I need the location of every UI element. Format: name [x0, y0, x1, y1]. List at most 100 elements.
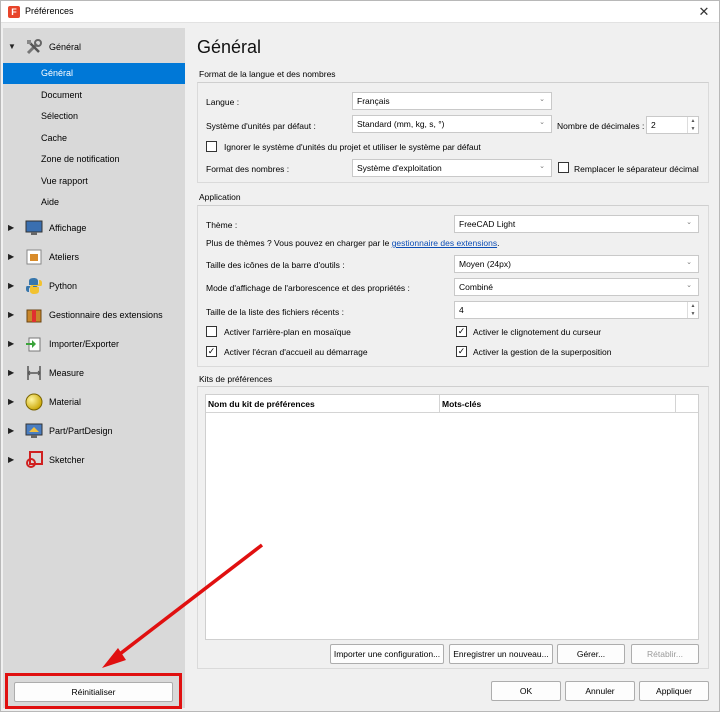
subitem-document[interactable]: Document	[3, 85, 185, 106]
sketcher-icon	[25, 451, 43, 469]
collapsed-arrow-icon[interactable]: ▶	[8, 426, 16, 436]
collapsed-arrow-icon[interactable]: ▶	[8, 397, 16, 407]
tree-item-sketcher[interactable]: ▶ Sketcher	[3, 446, 185, 475]
import-export-icon	[25, 335, 43, 353]
tree-item-label: Gestionnaire des extensions	[49, 310, 163, 320]
tree-item-workbenches[interactable]: ▶ Ateliers	[3, 243, 185, 272]
manage-kits-button[interactable]: Gérer...	[557, 644, 625, 664]
expanded-arrow-icon[interactable]: ▼	[8, 42, 16, 52]
apply-button[interactable]: Appliquer	[639, 681, 709, 701]
ignore-units-label: Ignorer le système d'unités du projet et…	[224, 142, 481, 152]
theme-combo[interactable]: FreeCAD Light ⌄	[454, 215, 699, 233]
tree-item-label: Ateliers	[49, 252, 80, 262]
measure-icon	[25, 364, 43, 382]
icon-size-combo[interactable]: Moyen (24px) ⌄	[454, 255, 699, 273]
tree-item-import-export[interactable]: ▶ Importer/Exporter	[3, 330, 185, 359]
combo-value: FreeCAD Light	[459, 219, 516, 229]
language-combo[interactable]: Français ⌄	[352, 92, 552, 110]
subitem-report-view[interactable]: Vue rapport	[3, 171, 185, 192]
collapsed-arrow-icon[interactable]: ▶	[8, 339, 16, 349]
cancel-button[interactable]: Annuler	[565, 681, 635, 701]
column-separator	[439, 395, 440, 413]
spin-arrows-icon[interactable]: ▲ ▼	[687, 302, 698, 318]
import-config-button[interactable]: Importer une configuration...	[330, 644, 444, 664]
kits-table-header: Nom du kit de préférences Mots-clés	[206, 395, 698, 413]
chevron-down-icon: ⌄	[686, 259, 692, 266]
subitem-label: Vue rapport	[41, 176, 88, 186]
overlay-checkbox[interactable]: ✓	[456, 346, 467, 357]
more-themes-prefix: Plus de thèmes ? Vous pouvez en charger …	[206, 238, 392, 248]
units-combo[interactable]: Standard (mm, kg, s, °) ⌄	[352, 115, 552, 133]
tree-item-label: Importer/Exporter	[49, 339, 120, 349]
python-icon	[25, 277, 43, 295]
tree-item-display[interactable]: ▶ Affichage	[3, 214, 185, 243]
page-title: Général	[197, 37, 262, 57]
combo-value: Combiné	[459, 282, 494, 292]
monitor-icon	[25, 219, 43, 237]
tree-mode-label: Mode d'affichage de l'arborescence et de…	[206, 283, 410, 293]
combo-value: Système d'exploitation	[357, 163, 442, 173]
subitem-label: Zone de notification	[41, 154, 120, 164]
collapsed-arrow-icon[interactable]: ▶	[8, 281, 16, 291]
chevron-down-icon: ⌄	[686, 219, 692, 226]
tree-mode-combo[interactable]: Combiné ⌄	[454, 278, 699, 296]
chevron-down-icon: ⌄	[539, 163, 545, 170]
recent-files-spinbox[interactable]: 4 ▲ ▼	[454, 301, 699, 319]
splash-screen-checkbox[interactable]: ✓	[206, 346, 217, 357]
group-title-kits: Kits de préférences	[199, 374, 273, 384]
collapsed-arrow-icon[interactable]: ▶	[8, 455, 16, 465]
column-header-keywords[interactable]: Mots-clés	[442, 399, 481, 409]
tree-item-label: Sketcher	[49, 455, 85, 465]
collapsed-arrow-icon[interactable]: ▶	[8, 368, 16, 378]
spin-value: 2	[651, 120, 656, 130]
decimals-spinbox[interactable]: 2 ▲ ▼	[646, 116, 699, 134]
ignore-units-checkbox[interactable]	[206, 141, 217, 152]
restore-kit-button[interactable]: Rétablir...	[631, 644, 699, 664]
combo-value: Standard (mm, kg, s, °)	[357, 119, 445, 129]
combo-value: Français	[357, 96, 390, 106]
number-format-combo[interactable]: Système d'exploitation ⌄	[352, 159, 552, 177]
subitem-label: Aide	[41, 197, 60, 207]
number-format-label: Format des nombres :	[206, 164, 290, 174]
collapsed-arrow-icon[interactable]: ▶	[8, 223, 16, 233]
tree-item-measure[interactable]: ▶ Measure	[3, 359, 185, 388]
tree-item-part-partdesign[interactable]: ▶ Part/PartDesign	[3, 417, 185, 446]
tree-item-label: Part/PartDesign	[49, 426, 113, 436]
tree-item-label: Général	[49, 42, 82, 52]
spin-arrows-icon[interactable]: ▲ ▼	[687, 117, 698, 133]
kits-table[interactable]: Nom du kit de préférences Mots-clés	[205, 394, 699, 640]
ok-button[interactable]: OK	[491, 681, 561, 701]
close-button[interactable]: ✕	[695, 3, 713, 21]
save-new-kit-button[interactable]: Enregistrer un nouveau...	[449, 644, 553, 664]
subitem-help[interactable]: Aide	[3, 192, 185, 213]
reset-button[interactable]: Réinitialiser	[14, 682, 173, 702]
recent-files-label: Taille de la liste des fichiers récents …	[206, 307, 344, 317]
collapsed-arrow-icon[interactable]: ▶	[8, 252, 16, 262]
tree-item-material[interactable]: ▶ Material	[3, 388, 185, 417]
tree-item-general[interactable]: ▼ Général	[3, 33, 185, 62]
spin-value: 4	[459, 305, 464, 315]
chevron-down-icon: ⌄	[539, 96, 545, 103]
title-bar: F Préférences ✕	[1, 1, 719, 23]
subitem-label: Cache	[41, 133, 68, 143]
subitem-notification-area[interactable]: Zone de notification	[3, 149, 185, 170]
cursor-blink-checkbox[interactable]: ✓	[456, 326, 467, 337]
column-header-kit-name[interactable]: Nom du kit de préférences	[208, 399, 315, 409]
collapsed-arrow-icon[interactable]: ▶	[8, 310, 16, 320]
freecad-app-icon: F	[8, 6, 20, 18]
tree-item-addon-manager[interactable]: ▶ Gestionnaire des extensions	[3, 301, 185, 330]
workbench-icon	[25, 248, 43, 266]
subitem-selection[interactable]: Sélection	[3, 106, 185, 127]
language-label: Langue :	[206, 97, 240, 107]
subitem-general[interactable]: Général	[3, 63, 185, 84]
addon-manager-link[interactable]: gestionnaire des extensions	[392, 238, 497, 248]
group-title-application: Application	[199, 192, 241, 202]
subitem-cache[interactable]: Cache	[3, 128, 185, 149]
sidebar-tree: ▼ Général Général Document Sélection Cac…	[3, 28, 185, 708]
tree-item-python[interactable]: ▶ Python	[3, 272, 185, 301]
tree-item-label: Measure	[49, 368, 85, 378]
subitem-label: Sélection	[41, 111, 79, 121]
replace-separator-checkbox[interactable]	[558, 162, 569, 173]
tile-background-checkbox[interactable]	[206, 326, 217, 337]
splash-screen-label: Activer l'écran d'accueil au démarrage	[224, 347, 368, 357]
